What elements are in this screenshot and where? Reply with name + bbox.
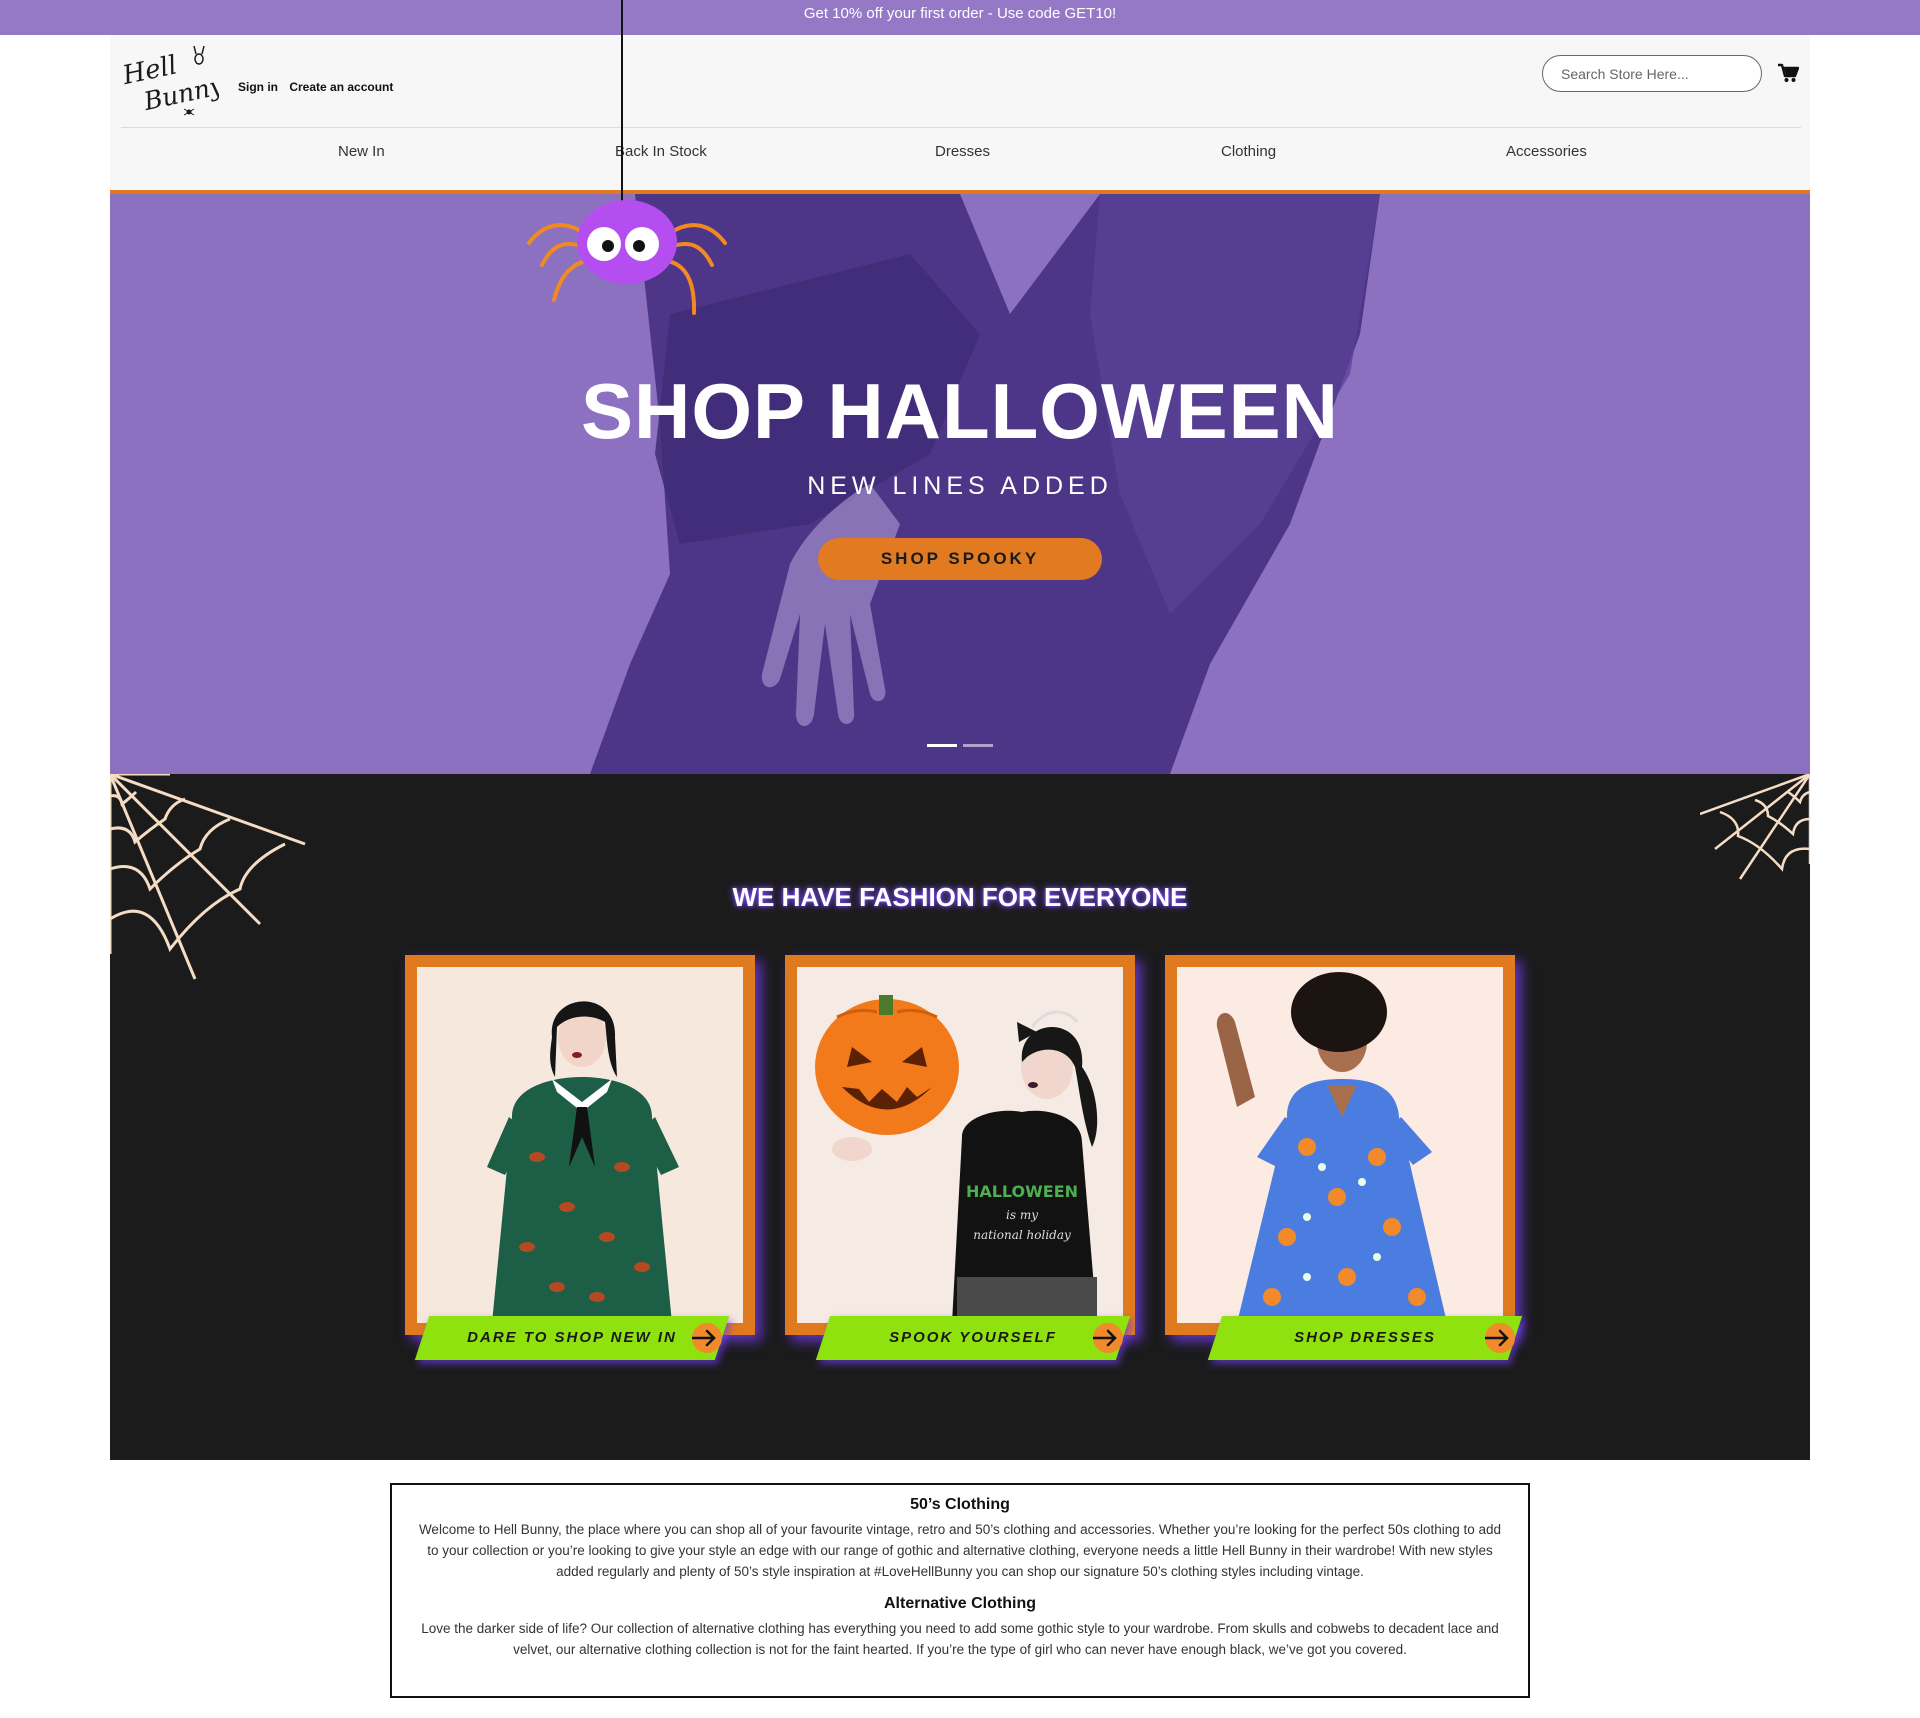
card-button-label: SPOOK YOURSELF	[889, 1329, 1057, 1346]
create-account-link[interactable]: Create an account	[289, 80, 393, 94]
promo-bar: Get 10% off your first order - Use code …	[0, 0, 1920, 35]
dare-to-shop-new-in-button[interactable]: DARE TO SHOP NEW IN	[414, 1316, 738, 1360]
carousel-dot-1[interactable]	[927, 744, 957, 747]
seo-info-box: 50’s Clothing Welcome to Hell Bunny, the…	[390, 1483, 1530, 1698]
nav-item-clothing[interactable]: Clothing	[1221, 143, 1276, 160]
hero-banner[interactable]: SHOP HALLOWEEN NEW LINES ADDED SHOP SPOO…	[110, 194, 1810, 774]
card-new-in[interactable]	[405, 955, 755, 1335]
card-spook-yourself[interactable]: HALLOWEEN is my national holiday	[785, 955, 1135, 1335]
logo-icon: Hell Bunny	[119, 45, 227, 116]
arrow-right-icon	[1083, 1323, 1123, 1353]
nav-item-dresses[interactable]: Dresses	[935, 143, 990, 160]
cobweb-icon	[110, 774, 306, 980]
card-image-green-dress	[417, 967, 743, 1323]
svg-text:national holiday: national holiday	[973, 1228, 1071, 1242]
main-nav: New In Back In Stock Dresses Clothing Ac…	[110, 143, 1810, 163]
search-input[interactable]	[1542, 55, 1762, 92]
card-button-label: SHOP DRESSES	[1294, 1329, 1436, 1346]
site-header: Hell Bunny Sign in Create an account New…	[110, 35, 1810, 190]
info-paragraph-50s: Welcome to Hell Bunny, the place where y…	[418, 1522, 1502, 1579]
svg-text:HALLOWEEN: HALLOWEEN	[966, 1182, 1078, 1201]
info-heading-alternative: Alternative Clothing	[883, 1595, 1036, 1612]
hero-title: SHOP HALLOWEEN	[581, 367, 1339, 455]
card-image-pumpkin-tee: HALLOWEEN is my national holiday	[797, 967, 1123, 1323]
card-dresses[interactable]	[1165, 955, 1515, 1335]
sign-in-link[interactable]: Sign in	[238, 80, 278, 94]
hell-bunny-logo[interactable]: Hell Bunny	[119, 43, 227, 117]
carousel-dot-2[interactable]	[963, 744, 993, 747]
arrow-right-icon	[1475, 1323, 1515, 1353]
cobweb-icon	[1700, 774, 1810, 880]
account-links: Sign in Create an account	[238, 80, 401, 94]
promo-text: Get 10% off your first order - Use code …	[803, 5, 1117, 22]
nav-item-accessories[interactable]: Accessories	[1506, 143, 1587, 160]
fashion-section: WE HAVE FASHION FOR EVERYONE DARE TO SHO…	[110, 774, 1810, 1460]
spider-thread	[621, 0, 623, 202]
nav-item-back-in-stock[interactable]: Back In Stock	[615, 143, 707, 160]
spider-icon	[524, 195, 730, 320]
cart-icon[interactable]	[1777, 63, 1800, 83]
fashion-section-title: WE HAVE FASHION FOR EVERYONE	[732, 882, 1188, 912]
card-button-label: DARE TO SHOP NEW IN	[467, 1329, 677, 1346]
nav-item-new-in[interactable]: New In	[338, 143, 385, 160]
info-paragraph-alternative: Love the darker side of life? Our collec…	[421, 1621, 1499, 1657]
hero-subtitle: NEW LINES ADDED	[807, 472, 1113, 500]
spook-yourself-button[interactable]: SPOOK YOURSELF	[815, 1316, 1139, 1360]
nav-divider	[121, 127, 1801, 128]
arrow-right-icon	[682, 1323, 722, 1353]
info-heading-50s: 50’s Clothing	[910, 1496, 1010, 1513]
shop-dresses-button[interactable]: SHOP DRESSES	[1207, 1316, 1531, 1360]
shop-spooky-button[interactable]: SHOP SPOOKY	[818, 538, 1102, 580]
svg-text:is my: is my	[1006, 1208, 1038, 1222]
card-image-blue-dress	[1177, 967, 1503, 1323]
